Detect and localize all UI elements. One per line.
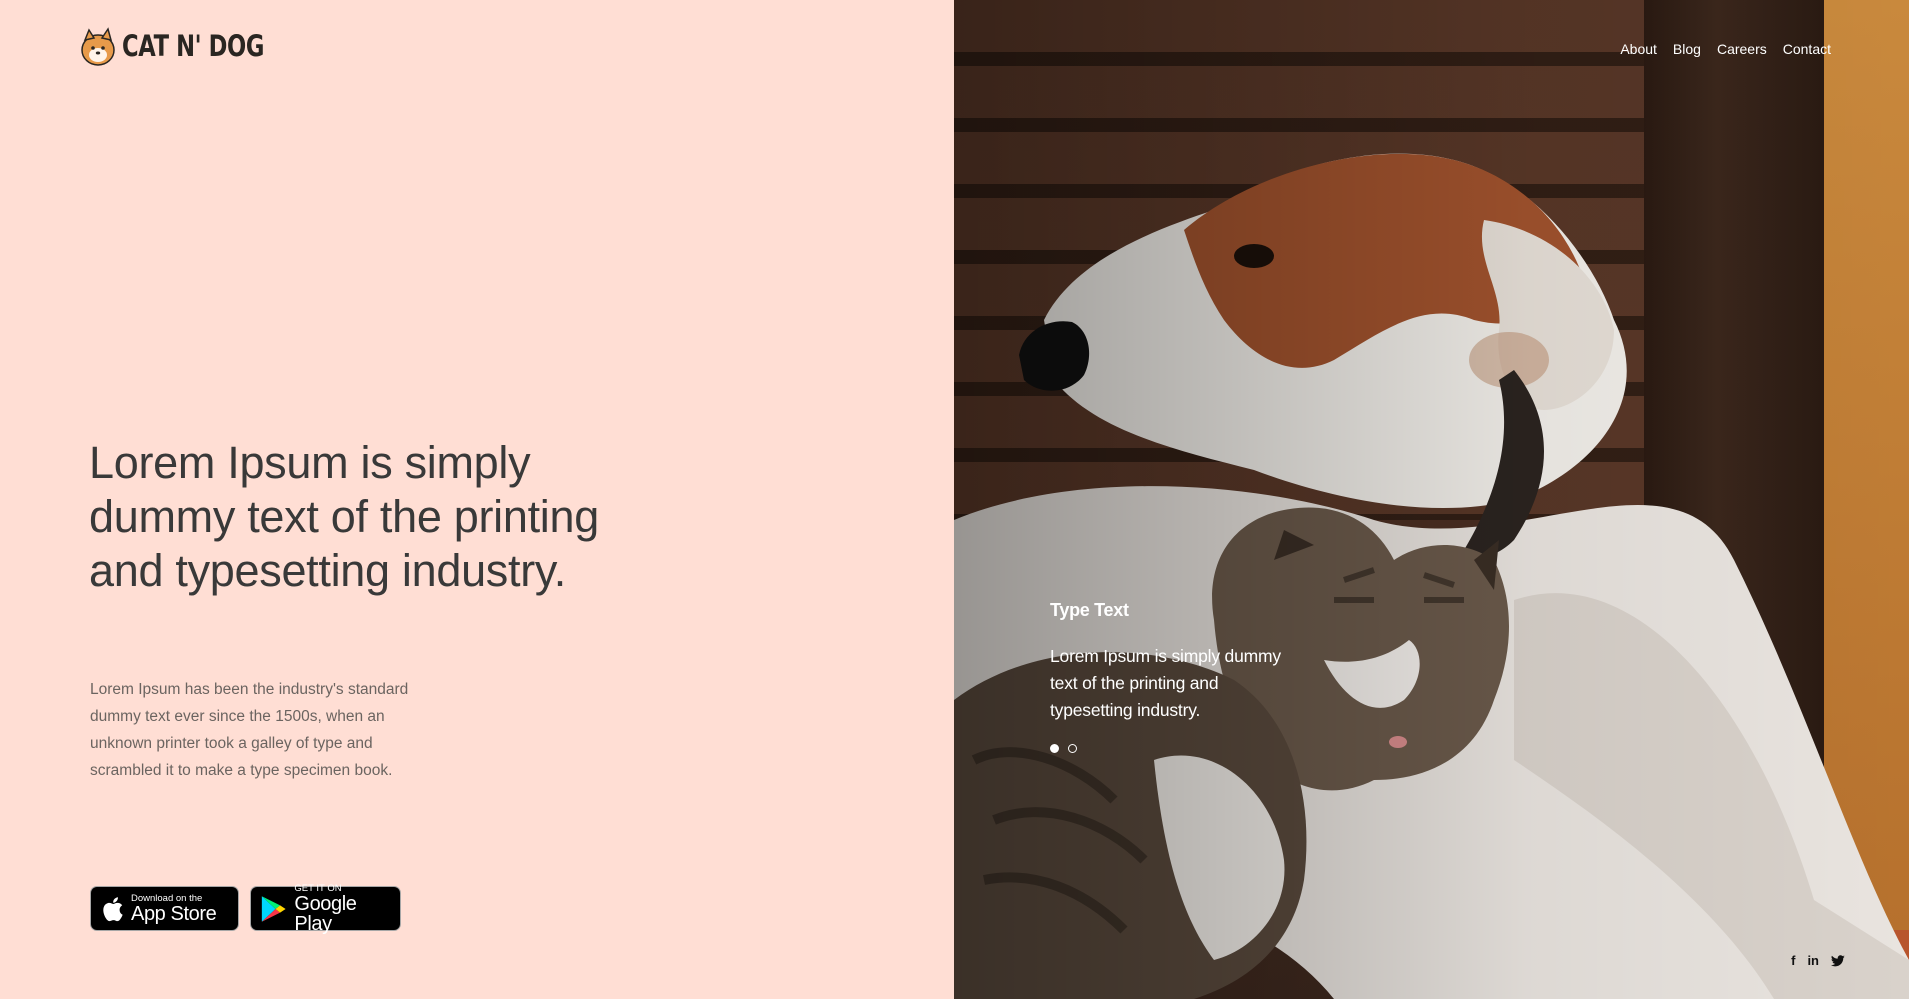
- slider-dot-1[interactable]: [1050, 744, 1059, 753]
- nav-contact[interactable]: Contact: [1783, 41, 1831, 57]
- app-store-small-text: Download on the: [131, 892, 203, 904]
- cat-dog-logo-icon: [81, 27, 115, 66]
- app-store-label: App Store: [131, 902, 217, 925]
- google-play-icon: [261, 895, 286, 922]
- brand-logo[interactable]: CAT N' DOG: [80, 26, 304, 66]
- google-play-small-text: GET IT ON: [294, 882, 342, 894]
- slider-dots: [1050, 744, 1077, 753]
- nav-about[interactable]: About: [1620, 41, 1657, 57]
- slide-text: Lorem Ipsum is simply dummy text of the …: [1050, 646, 1281, 720]
- left-panel: CAT N' DOG Lorem Ipsum is simply dummy t…: [0, 0, 954, 999]
- nav-careers[interactable]: Careers: [1717, 41, 1767, 57]
- apple-icon: [103, 896, 123, 921]
- main-nav: About Blog Careers Contact: [1620, 41, 1831, 57]
- app-store-button[interactable]: Download on the App Store: [90, 886, 239, 931]
- facebook-icon[interactable]: f: [1791, 953, 1795, 968]
- hero-description: Lorem Ipsum has been the industry's stan…: [90, 681, 409, 779]
- slider-dot-2[interactable]: [1068, 744, 1077, 753]
- hero-image-panel: About Blog Careers Contact Type Text Lor…: [954, 0, 1909, 999]
- linkedin-icon[interactable]: in: [1807, 953, 1819, 968]
- image-overlay: [954, 0, 1909, 999]
- google-play-label: Google Play: [294, 892, 357, 935]
- twitter-icon[interactable]: [1831, 954, 1845, 967]
- social-links: f in: [1791, 953, 1845, 968]
- google-play-button[interactable]: GET IT ON Google Play: [250, 882, 401, 935]
- brand-name: CAT N' DOG: [122, 29, 265, 63]
- nav-blog[interactable]: Blog: [1673, 41, 1701, 57]
- slide-title: Type Text: [1050, 600, 1129, 620]
- hero-headline: Lorem Ipsum is simply dummy text of the …: [89, 437, 599, 596]
- store-buttons: Download on the App Store GET IT ON Goog…: [90, 882, 401, 935]
